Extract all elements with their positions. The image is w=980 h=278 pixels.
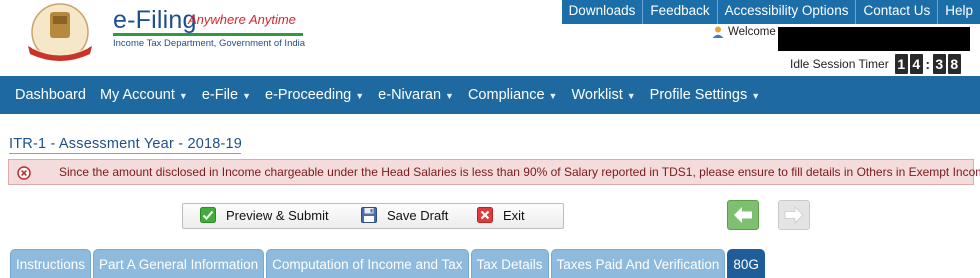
arrow-left-icon bbox=[734, 207, 752, 223]
idle-session-timer: Idle Session Timer 1 4 : 3 8 bbox=[790, 54, 963, 74]
link-downloads[interactable]: Downloads bbox=[562, 0, 643, 24]
chevron-down-icon: ▼ bbox=[178, 91, 188, 101]
form-action-bar: Preview & Submit Save Draft Exit bbox=[182, 203, 564, 229]
nav-label: e-File bbox=[201, 87, 239, 103]
logo-subtitle: Income Tax Department, Government of Ind… bbox=[113, 38, 306, 49]
check-icon bbox=[200, 207, 216, 223]
nav-label: e-Proceeding bbox=[265, 87, 352, 103]
logo-title[interactable]: e-Filing bbox=[113, 6, 197, 35]
tab-taxes-paid-and-verification[interactable]: Taxes Paid And Verification bbox=[550, 249, 726, 278]
tab-part-a-general-information[interactable]: Part A General Information bbox=[93, 249, 265, 278]
preview-submit-button[interactable]: Preview & Submit bbox=[200, 207, 329, 223]
link-help[interactable]: Help bbox=[937, 0, 980, 24]
welcome-label: Welcome bbox=[728, 26, 776, 38]
nav-profile-settings[interactable]: Profile Settings ▼ bbox=[643, 87, 767, 103]
idle-timer-label: Idle Session Timer bbox=[790, 57, 889, 71]
nav-e-proceeding[interactable]: e-Proceeding ▼ bbox=[258, 87, 371, 103]
nav-label: Dashboard bbox=[15, 87, 86, 103]
chevron-down-icon: ▼ bbox=[445, 91, 454, 101]
page-title: ITR-1 - Assessment Year - 2018-19 bbox=[9, 136, 243, 152]
arrow-right-icon bbox=[784, 206, 804, 224]
timer-digit: 3 bbox=[932, 54, 946, 74]
nav-my-account[interactable]: My Account ▼ bbox=[93, 87, 195, 103]
link-feedback[interactable]: Feedback bbox=[642, 0, 716, 24]
welcome-area: Welcome bbox=[711, 25, 776, 39]
nav-e-nivaran[interactable]: e-Nivaran ▼ bbox=[371, 87, 461, 103]
close-icon bbox=[477, 207, 493, 223]
error-icon bbox=[17, 166, 31, 180]
header: e-Filing Anywhere Anytime Income Tax Dep… bbox=[0, 0, 980, 76]
logo-tagline: Anywhere Anytime bbox=[188, 12, 296, 27]
chevron-down-icon: ▼ bbox=[626, 91, 636, 101]
nav-e-file[interactable]: e-File ▼ bbox=[195, 87, 258, 103]
exit-label: Exit bbox=[503, 207, 525, 223]
top-links: Downloads Feedback Accessibility Options… bbox=[561, 0, 980, 24]
chevron-down-icon: ▼ bbox=[548, 91, 558, 101]
tab-80g[interactable]: 80G bbox=[727, 249, 765, 278]
nav-worklist[interactable]: Worklist ▼ bbox=[564, 87, 642, 103]
nav-compliance[interactable]: Compliance ▼ bbox=[461, 87, 565, 103]
nav-label: Worklist bbox=[571, 87, 623, 103]
next-button[interactable] bbox=[778, 200, 810, 230]
nav-dashboard[interactable]: Dashboard bbox=[8, 87, 93, 103]
nav-label: e-Nivaran bbox=[378, 87, 442, 103]
form-tabs: Instructions Part A General Information … bbox=[10, 249, 767, 278]
chevron-down-icon: ▼ bbox=[355, 91, 365, 101]
save-draft-button[interactable]: Save Draft bbox=[361, 207, 448, 223]
save-draft-label: Save Draft bbox=[387, 207, 449, 223]
user-icon bbox=[712, 26, 724, 38]
tab-instructions[interactable]: Instructions bbox=[10, 249, 92, 278]
nav-label: My Account bbox=[99, 87, 175, 103]
nav-label: Compliance bbox=[467, 87, 545, 103]
link-contact-us[interactable]: Contact Us bbox=[855, 0, 937, 24]
error-message: Since the amount disclosed in Income cha… bbox=[59, 165, 980, 179]
tab-tax-details[interactable]: Tax Details bbox=[470, 249, 549, 278]
link-accessibility-options[interactable]: Accessibility Options bbox=[716, 0, 856, 24]
tab-computation-of-income-and-tax[interactable]: Computation of Income and Tax bbox=[266, 249, 469, 278]
nav-label: Profile Settings bbox=[649, 87, 748, 103]
timer-digit: 8 bbox=[947, 54, 961, 74]
previous-button[interactable] bbox=[727, 200, 759, 230]
india-emblem-icon bbox=[20, 2, 98, 64]
page: e-Filing Anywhere Anytime Income Tax Dep… bbox=[0, 0, 980, 278]
error-banner: Since the amount disclosed in Income cha… bbox=[8, 159, 980, 185]
preview-submit-label: Preview & Submit bbox=[226, 207, 329, 223]
title-underline bbox=[9, 153, 241, 154]
chevron-down-icon: ▼ bbox=[751, 91, 761, 101]
timer-separator: : bbox=[925, 56, 931, 72]
save-icon bbox=[361, 207, 377, 223]
timer-digit: 4 bbox=[909, 54, 923, 74]
chevron-down-icon: ▼ bbox=[242, 91, 251, 101]
logo-divider bbox=[113, 33, 303, 36]
exit-button[interactable]: Exit bbox=[477, 207, 525, 223]
timer-digit: 1 bbox=[894, 54, 908, 74]
masked-user-name[interactable] bbox=[778, 27, 970, 51]
main-nav: Dashboard My Account ▼ e-File ▼ e-Proceedi… bbox=[0, 76, 980, 114]
